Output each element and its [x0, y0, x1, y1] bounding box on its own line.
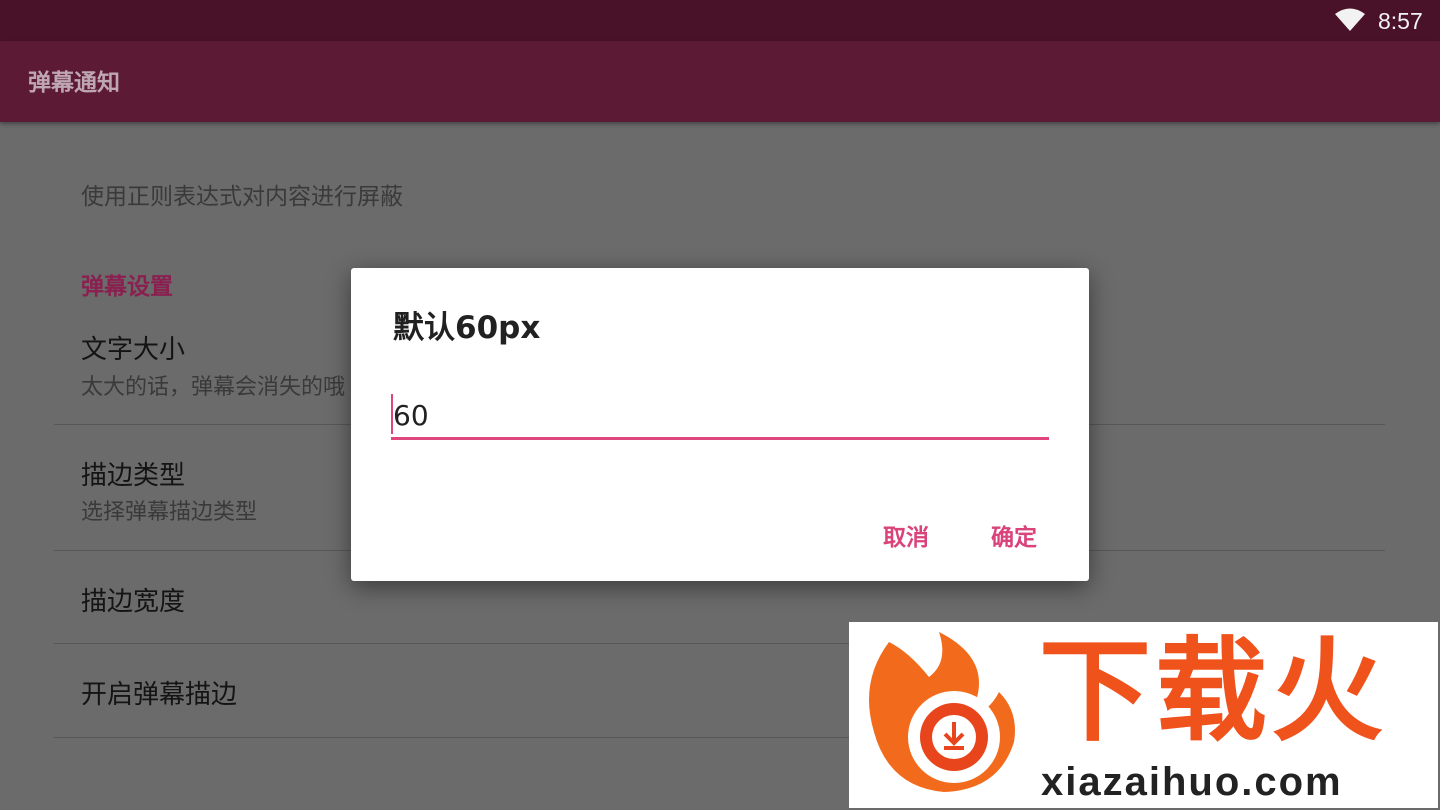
pref-summary: 太大的话，弹幕会消失的哦 — [81, 375, 346, 400]
wifi-icon — [1335, 8, 1365, 31]
confirm-button[interactable]: 确定 — [991, 518, 1037, 552]
text-size-input[interactable] — [391, 394, 1049, 440]
watermark: 下载火 xiazaihuo.com — [849, 622, 1438, 808]
pref-title: 开启弹幕描边 — [81, 680, 238, 710]
watermark-url: xiazaihuo.com — [1041, 760, 1343, 804]
watermark-brand: 下载火 — [1039, 627, 1387, 757]
regex-filter-summary[interactable]: 使用正则表达式对内容进行屏蔽 — [81, 177, 403, 211]
category-header-danmaku-settings: 弹幕设置 — [81, 274, 173, 300]
dialog-title: 默认60px — [393, 310, 541, 346]
app-bar: 弹幕通知 — [0, 41, 1440, 122]
pref-title: 文字大小 — [81, 335, 186, 365]
status-time: 8:57 — [1378, 8, 1423, 34]
status-bar: 8:57 — [0, 0, 1440, 41]
pref-summary: 选择弹幕描边类型 — [81, 500, 258, 525]
text-cursor — [391, 394, 393, 434]
watermark-flame-logo-icon — [869, 632, 1015, 792]
text-size-dialog: 默认60px 取消 确定 — [351, 268, 1089, 581]
pref-title: 描边宽度 — [81, 587, 186, 617]
pref-title: 描边类型 — [81, 461, 186, 491]
app-title: 弹幕通知 — [28, 70, 120, 96]
cancel-button[interactable]: 取消 — [883, 518, 929, 552]
